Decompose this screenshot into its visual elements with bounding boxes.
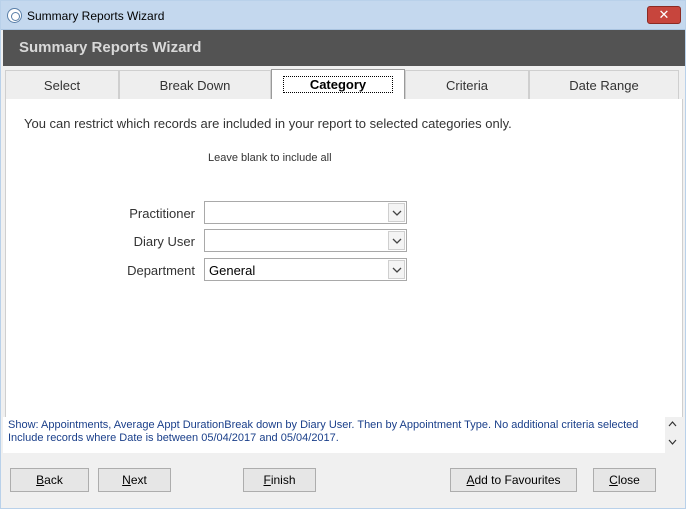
category-panel: You can restrict which records are inclu… xyxy=(5,99,683,417)
tab-date-range[interactable]: Date Range xyxy=(529,70,679,99)
tab-select[interactable]: Select xyxy=(5,70,119,99)
chevron-down-icon[interactable] xyxy=(388,203,405,222)
intro-text: You can restrict which records are inclu… xyxy=(24,116,512,131)
scroll-up-icon[interactable] xyxy=(668,421,677,427)
title-bar[interactable]: Summary Reports Wizard ✕ xyxy=(1,1,685,30)
summary-scrollbar[interactable] xyxy=(665,417,681,453)
wizard-header: Summary Reports Wizard xyxy=(3,30,685,66)
department-label: Department xyxy=(127,263,195,278)
department-combo[interactable]: General xyxy=(204,258,407,281)
next-button[interactable]: Next xyxy=(98,468,171,492)
window-title: Summary Reports Wizard xyxy=(27,9,165,23)
chevron-down-icon[interactable] xyxy=(388,231,405,250)
tab-category[interactable]: Category xyxy=(271,69,405,99)
finish-accel: F xyxy=(263,473,271,487)
tab-bar: Select Break Down Category Criteria Date… xyxy=(5,69,681,99)
diary-user-label: Diary User xyxy=(133,234,195,249)
tab-break-down[interactable]: Break Down xyxy=(119,70,271,99)
page-title: Summary Reports Wizard xyxy=(19,39,202,56)
practitioner-combo[interactable] xyxy=(204,201,407,224)
close-icon[interactable]: ✕ xyxy=(647,6,681,24)
hint-text: Leave blank to include all xyxy=(208,152,332,164)
back-accel: B xyxy=(36,473,45,487)
back-button[interactable]: Back xyxy=(10,468,89,492)
back-label: ack xyxy=(44,473,63,487)
summary-box: Show: Appointments, Average Appt Duratio… xyxy=(3,417,665,453)
close-label: lose xyxy=(617,473,640,487)
next-accel: N xyxy=(122,473,131,487)
add-to-favourites-button[interactable]: Add to Favourites xyxy=(450,468,577,492)
close-button[interactable]: Close xyxy=(593,468,656,492)
tab-category-label: Category xyxy=(282,76,394,93)
finish-button[interactable]: Finish xyxy=(243,468,316,492)
chevron-down-icon[interactable] xyxy=(388,260,405,279)
finish-label: inish xyxy=(270,473,296,487)
app-icon xyxy=(7,8,22,23)
department-value: General xyxy=(209,263,256,278)
summary-text: Show: Appointments, Average Appt Duratio… xyxy=(8,419,639,444)
add-favourites-label: dd to Favourites xyxy=(474,473,561,487)
close-accel: C xyxy=(609,473,618,487)
wizard-window: Summary Reports Wizard ✕ Summary Reports… xyxy=(0,0,686,509)
next-label: ext xyxy=(130,473,147,487)
practitioner-label: Practitioner xyxy=(129,206,195,221)
scroll-down-icon[interactable] xyxy=(668,439,677,445)
tab-criteria[interactable]: Criteria xyxy=(405,70,529,99)
diary-user-combo[interactable] xyxy=(204,229,407,252)
